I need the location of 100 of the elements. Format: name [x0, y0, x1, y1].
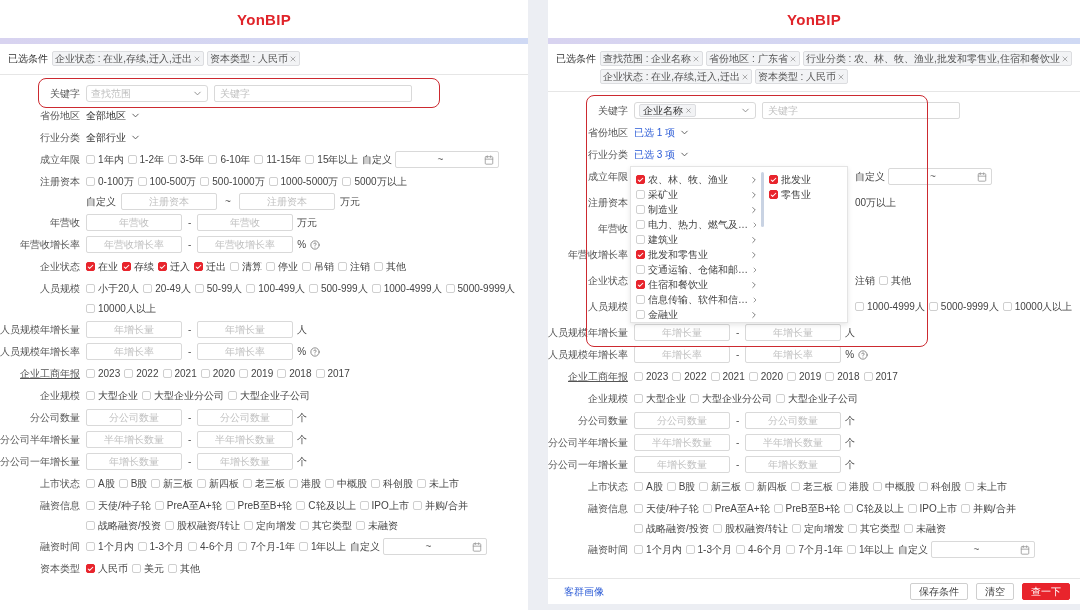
- checkbox[interactable]: [636, 280, 645, 289]
- category-label: 电力、热力、燃气及…: [648, 217, 748, 232]
- category-label: 批发和零售业: [648, 247, 709, 262]
- checkbox[interactable]: [194, 262, 203, 271]
- category-item[interactable]: 批发业: [769, 172, 847, 187]
- unit-label: 个: [845, 413, 856, 428]
- option-label: 未融资: [915, 522, 946, 536]
- action-button[interactable]: 保存条件: [910, 583, 968, 600]
- field-label: 企业状态: [587, 274, 628, 288]
- option-label: 注销: [855, 274, 875, 288]
- tag-text: 查找范围 : 企业名称: [603, 51, 692, 66]
- category-item[interactable]: 批发和零售业: [636, 247, 764, 262]
- option-label: 新三板: [163, 477, 194, 491]
- calendar-icon: [472, 541, 483, 552]
- date-range-field[interactable]: ~: [931, 541, 1036, 558]
- close-icon[interactable]: [1060, 54, 1069, 63]
- action-button[interactable]: 查一下: [1022, 583, 1070, 600]
- calendar-icon: [484, 154, 495, 165]
- checkbox[interactable]: [122, 262, 131, 271]
- option-label: 大型企业: [98, 389, 138, 403]
- category-item[interactable]: 制造业: [636, 202, 764, 217]
- close-icon[interactable]: [685, 107, 692, 114]
- checkbox[interactable]: [158, 262, 167, 271]
- range-separator: ~: [224, 196, 232, 207]
- date-range-field[interactable]: ~: [395, 151, 500, 168]
- field-label: 行业分类: [587, 148, 628, 162]
- checkbox[interactable]: [636, 175, 645, 184]
- checkbox[interactable]: [636, 250, 645, 259]
- close-icon[interactable]: [289, 54, 297, 63]
- scrollbar-thumb[interactable]: [761, 172, 764, 227]
- option-label: B股: [678, 480, 696, 494]
- range-separator: -: [735, 327, 741, 338]
- category-label: 制造业: [648, 202, 679, 217]
- option-label: B股: [130, 477, 148, 491]
- date-range-field[interactable]: ~: [383, 538, 488, 555]
- category-item[interactable]: 建筑业: [636, 232, 764, 247]
- tag-text: 企业状态 : 在业,存续,迁入,迁出: [55, 51, 192, 66]
- field-label: 分公司半年增长量: [0, 433, 80, 447]
- checkbox[interactable]: [769, 175, 778, 184]
- picker-value[interactable]: 已选 3 项: [634, 146, 676, 163]
- option-label: 新四板: [209, 477, 240, 491]
- category-item[interactable]: 零售业: [769, 187, 847, 202]
- checkbox[interactable]: [86, 564, 95, 573]
- field-label: 企业工商年报: [19, 367, 80, 381]
- field-label: 关键字: [49, 87, 80, 101]
- field-label: 年营收增长率: [19, 238, 80, 252]
- field-label: 年营收: [597, 222, 628, 236]
- option-label: 股权融资/转让: [176, 519, 240, 533]
- category-item[interactable]: 金融业: [636, 307, 764, 322]
- option-label: 1年以上: [310, 540, 347, 554]
- help-icon[interactable]: [310, 239, 321, 250]
- close-icon[interactable]: [788, 54, 797, 63]
- action-button[interactable]: 清空: [976, 583, 1014, 600]
- category-label: 住宿和餐饮业: [648, 277, 709, 292]
- option-label: 2022: [136, 367, 159, 381]
- help-icon[interactable]: [310, 346, 321, 357]
- category-item[interactable]: 采矿业: [636, 187, 764, 202]
- option-label: 5000-9999人: [457, 282, 516, 296]
- option-label: A股: [98, 477, 115, 491]
- option-label: 其他: [891, 274, 911, 288]
- checkbox[interactable]: [769, 190, 778, 199]
- option-label: 注销: [350, 260, 370, 274]
- picker-value[interactable]: 全部地区: [86, 107, 126, 124]
- picker-value[interactable]: 全部行业: [86, 129, 126, 146]
- option-label: 1-3个月: [149, 540, 184, 554]
- option-label: 大型企业子公司: [240, 389, 310, 403]
- close-icon[interactable]: [192, 54, 201, 63]
- close-icon[interactable]: [837, 72, 845, 81]
- calendar-icon: [1020, 544, 1031, 555]
- picker-value[interactable]: 已选 1 项: [634, 124, 676, 141]
- category-item[interactable]: 信息传输、软件和信…: [636, 292, 764, 307]
- option-label: 并购/合并: [424, 499, 468, 513]
- date-range-field[interactable]: ~: [888, 168, 992, 185]
- custom-label: 自定义: [350, 540, 381, 554]
- option-label: 其他: [180, 562, 200, 576]
- help-icon[interactable]: [858, 349, 869, 360]
- field-label: 企业状态: [39, 260, 80, 274]
- option-label: 3-5年: [180, 153, 205, 167]
- category-item[interactable]: 住宿和餐饮业: [636, 277, 764, 292]
- category-item[interactable]: 交通运输、仓储和邮…: [636, 262, 764, 277]
- close-icon[interactable]: [740, 72, 749, 81]
- category-item[interactable]: 电力、热力、燃气及…: [636, 217, 764, 232]
- scope-select[interactable]: 企业名称: [634, 102, 756, 119]
- link[interactable]: 客群画像: [564, 584, 604, 599]
- category-label: 交通运输、仓储和邮…: [648, 262, 748, 277]
- option-label: 2019: [799, 370, 822, 384]
- field-label: 融资时间: [39, 540, 80, 554]
- close-icon[interactable]: [692, 54, 701, 63]
- unit-label: 人: [845, 325, 856, 340]
- option-label: 清算: [242, 260, 262, 274]
- option-label: 5000万以上: [354, 175, 407, 189]
- category-item[interactable]: 农、林、牧、渔业: [636, 172, 764, 187]
- option-label: 科创股: [931, 480, 962, 494]
- filter-label: 已选条件: [8, 52, 49, 66]
- tag-text: 资本类型 : 人民币: [757, 69, 836, 84]
- tag-text: 省份地区 : 广东省: [709, 51, 788, 66]
- checkbox[interactable]: [86, 262, 95, 271]
- option-label: 0-100万: [98, 175, 134, 189]
- custom-label: 自定义: [898, 543, 929, 557]
- option-label: 2018: [837, 370, 860, 384]
